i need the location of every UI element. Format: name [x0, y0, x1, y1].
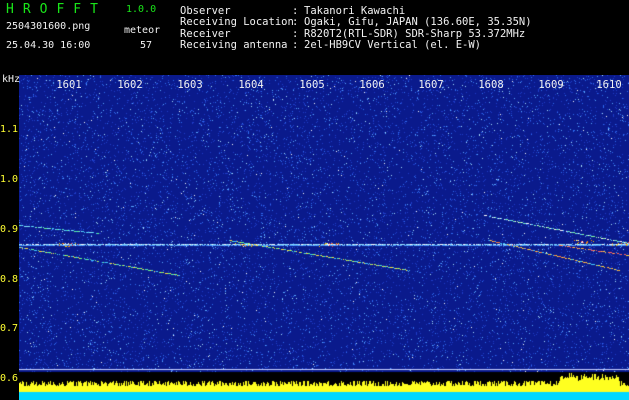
spectrogram	[19, 75, 629, 400]
datetime: 25.04.30 16:00	[6, 40, 91, 51]
y-unit-label: kHz	[2, 74, 21, 85]
y-tick-0-8: 0.8	[0, 274, 19, 285]
header-panel: HROFFT 1.0.0 2504301600.png 25.04.30 16:…	[0, 0, 629, 75]
x-tick-1608: 1608	[478, 79, 504, 91]
x-tick-1604: 1604	[238, 79, 264, 91]
app-name: HROFFT	[6, 2, 107, 17]
y-tick-1-1: 1.1	[0, 124, 19, 135]
app-version: 1.0.0	[126, 4, 157, 15]
location-sep: :	[292, 16, 299, 28]
observer-value: Takanori Kawachi	[304, 5, 406, 17]
receiver-value: R820T2(RTL-SDR) SDR-Sharp 53.372MHz	[304, 28, 526, 40]
x-tick-1606: 1606	[359, 79, 385, 91]
antenna-label: Receiving antenna	[180, 39, 288, 51]
meteor-label: meteor	[124, 25, 161, 36]
observer-sep: :	[292, 5, 299, 17]
y-tick-0-7: 0.7	[0, 323, 19, 334]
observer-label: Observer	[180, 5, 231, 17]
x-tick-1601: 1601	[56, 79, 82, 91]
file-name: 2504301600.png	[6, 21, 91, 32]
y-tick-0-9: 0.9	[0, 224, 19, 235]
antenna-value: 2el-HB9CV Vertical (el. E-W)	[304, 39, 482, 51]
location-label: Receiving Location	[180, 16, 294, 28]
x-tick-1610: 1610	[596, 79, 622, 91]
x-tick-1603: 1603	[177, 79, 203, 91]
x-tick-1602: 1602	[117, 79, 143, 91]
y-tick-0-6: 0.6	[0, 373, 19, 384]
x-tick-1605: 1605	[299, 79, 325, 91]
meteor-count: 57	[140, 40, 153, 51]
location-value: Ogaki, Gifu, JAPAN (136.60E, 35.35N)	[304, 16, 532, 28]
receiver-sep: :	[292, 28, 299, 40]
x-tick-1607: 1607	[418, 79, 444, 91]
antenna-sep: :	[292, 39, 299, 51]
x-tick-1609: 1609	[538, 79, 564, 91]
receiver-label: Receiver	[180, 28, 231, 40]
y-tick-1-0: 1.0	[0, 174, 19, 185]
